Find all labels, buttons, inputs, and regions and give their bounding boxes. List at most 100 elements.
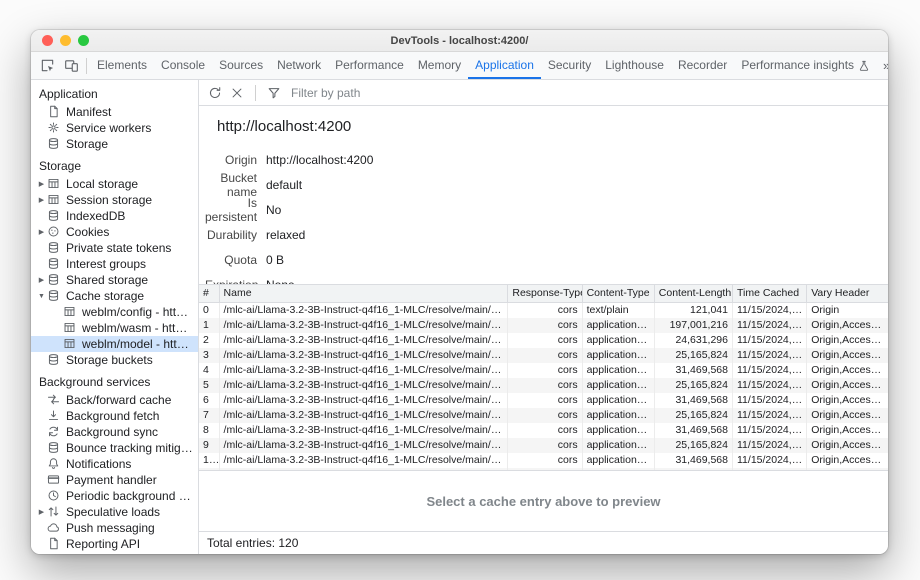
sidebar-item-weblm-config-http-loc[interactable]: weblm/config - http://loc… (31, 304, 198, 320)
sidebar-item-background-fetch[interactable]: Background fetch (31, 408, 198, 424)
column-header-name[interactable]: Name (219, 285, 508, 302)
column-header-response-type[interactable]: Response-Type (508, 285, 582, 302)
sidebar-item-periodic-background-sync[interactable]: Periodic background sync (31, 488, 198, 504)
sidebar-item-session-storage[interactable]: ▶Session storage (31, 192, 198, 208)
cache-entry-row[interactable]: 9/mlc-ai/Llama-3.2-3B-Instruct-q4f16_1-M… (199, 438, 888, 453)
close-window-button[interactable] (42, 35, 53, 46)
cell: 11/15/2024, 10… (733, 302, 807, 318)
cache-meta-row-expiration: ExpirationNone (205, 272, 888, 284)
tab-network[interactable]: Network (270, 52, 328, 79)
refresh-icon[interactable] (205, 83, 225, 103)
cell: 11/15/2024, 10… (733, 438, 807, 453)
fetch-icon (47, 409, 61, 423)
cell: application/oc… (582, 438, 654, 453)
sidebar-item-reporting-api[interactable]: Reporting API (31, 536, 198, 552)
tab-performance-insights[interactable]: Performance insights (734, 52, 877, 79)
sidebar-item-background-sync[interactable]: Background sync (31, 424, 198, 440)
tab-recorder[interactable]: Recorder (671, 52, 734, 79)
cell: Origin,Access… (807, 318, 888, 333)
sidebar-item-payment-handler[interactable]: Payment handler (31, 472, 198, 488)
chevron-right-icon[interactable]: ▶ (36, 196, 47, 204)
cache-entry-row[interactable]: 4/mlc-ai/Llama-3.2-3B-Instruct-q4f16_1-M… (199, 363, 888, 378)
traffic-lights (42, 30, 89, 51)
sidebar-item-storage-buckets[interactable]: Storage buckets (31, 352, 198, 368)
sidebar-item-manifest[interactable]: Manifest (31, 104, 198, 120)
cache-entry-row[interactable]: 3/mlc-ai/Llama-3.2-3B-Instruct-q4f16_1-M… (199, 348, 888, 363)
cell: 11/15/2024, 10… (733, 453, 807, 468)
cell: cors (508, 423, 582, 438)
column-header-content-type[interactable]: Content-Type (582, 285, 654, 302)
cell: cors (508, 378, 582, 393)
more-tabs-chevron[interactable]: » (877, 58, 888, 73)
tab-elements[interactable]: Elements (90, 52, 154, 79)
sidebar-item-cookies[interactable]: ▶Cookies (31, 224, 198, 240)
sidebar-item-indexeddb[interactable]: IndexedDB (31, 208, 198, 224)
column-header-time-cached[interactable]: Time Cached (733, 285, 807, 302)
cell: cors (508, 348, 582, 363)
cell: /mlc-ai/Llama-3.2-3B-Instruct-q4f16_1-ML… (219, 438, 508, 453)
tab-security[interactable]: Security (541, 52, 598, 79)
sidebar-item-local-storage[interactable]: ▶Local storage (31, 176, 198, 192)
sidebar-item-speculative-loads[interactable]: ▶Speculative loads (31, 504, 198, 520)
sidebar-item-notifications[interactable]: Notifications (31, 456, 198, 472)
cache-entry-row[interactable]: 2/mlc-ai/Llama-3.2-3B-Instruct-q4f16_1-M… (199, 333, 888, 348)
sidebar-item-bounce-tracking-mitigations[interactable]: Bounce tracking mitigations (31, 440, 198, 456)
cell: application/oc… (582, 453, 654, 468)
cache-entry-row[interactable]: 6/mlc-ai/Llama-3.2-3B-Instruct-q4f16_1-M… (199, 393, 888, 408)
column-header-vary-header[interactable]: Vary Header (807, 285, 888, 302)
clear-icon[interactable] (227, 83, 247, 103)
sidebar-item-weblm-model-http-loca[interactable]: weblm/model - http://loca… (31, 336, 198, 352)
cache-entry-row[interactable]: 8/mlc-ai/Llama-3.2-3B-Instruct-q4f16_1-M… (199, 423, 888, 438)
sidebar-item-label: IndexedDB (66, 209, 129, 223)
meta-value: No (266, 203, 281, 217)
tab-lighthouse[interactable]: Lighthouse (598, 52, 671, 79)
sidebar-item-weblm-wasm-http-loca[interactable]: weblm/wasm - http://loca… (31, 320, 198, 336)
cell: 1 (199, 318, 219, 333)
cell: cors (508, 318, 582, 333)
tab-console[interactable]: Console (154, 52, 212, 79)
filter-input[interactable] (289, 85, 509, 101)
chevron-right-icon[interactable]: ▶ (36, 508, 47, 516)
sidebar-item-back-forward-cache[interactable]: Back/forward cache (31, 392, 198, 408)
cache-entry-row[interactable]: 7/mlc-ai/Llama-3.2-3B-Instruct-q4f16_1-M… (199, 408, 888, 423)
cache-entry-row[interactable]: 0/mlc-ai/Llama-3.2-3B-Instruct-q4f16_1-M… (199, 302, 888, 318)
column-header-content-length[interactable]: Content-Length (654, 285, 732, 302)
cache-entry-row[interactable]: 10/mlc-ai/Llama-3.2-3B-Instruct-q4f16_1-… (199, 453, 888, 468)
device-toolbar-icon[interactable] (59, 55, 83, 77)
cell: 25,165,824 (654, 438, 732, 453)
meta-value: 0 B (266, 253, 284, 267)
chevron-down-icon[interactable]: ▼ (36, 293, 47, 300)
tab-memory[interactable]: Memory (411, 52, 468, 79)
sidebar-item-service-workers[interactable]: Service workers (31, 120, 198, 136)
column-header-[interactable]: # (199, 285, 219, 302)
toolbar-divider (86, 58, 87, 74)
tab-application[interactable]: Application (468, 52, 541, 79)
zoom-window-button[interactable] (78, 35, 89, 46)
cell: /mlc-ai/Llama-3.2-3B-Instruct-q4f16_1-ML… (219, 348, 508, 363)
cache-origin-title: http://localhost:4200 (217, 118, 888, 135)
chevron-right-icon[interactable]: ▶ (36, 228, 47, 236)
cell: 31,469,568 (654, 393, 732, 408)
sidebar-item-private-state-tokens[interactable]: Private state tokens (31, 240, 198, 256)
sidebar-item-storage[interactable]: Storage (31, 136, 198, 152)
cell: application/oc… (582, 333, 654, 348)
sidebar-item-shared-storage[interactable]: ▶Shared storage (31, 272, 198, 288)
cache-entry-row[interactable]: 1/mlc-ai/Llama-3.2-3B-Instruct-q4f16_1-M… (199, 318, 888, 333)
tab-performance[interactable]: Performance (328, 52, 411, 79)
chevron-right-icon[interactable]: ▶ (36, 276, 47, 284)
inspect-icon[interactable] (35, 55, 59, 77)
cache-entry-row[interactable]: 5/mlc-ai/Llama-3.2-3B-Instruct-q4f16_1-M… (199, 378, 888, 393)
tab-sources[interactable]: Sources (212, 52, 270, 79)
sidebar-item-cache-storage[interactable]: ▼Cache storage (31, 288, 198, 304)
sidebar-item-push-messaging[interactable]: Push messaging (31, 520, 198, 536)
sidebar-item-interest-groups[interactable]: Interest groups (31, 256, 198, 272)
minimize-window-button[interactable] (60, 35, 71, 46)
cell: 25,165,824 (654, 348, 732, 363)
cell: 5 (199, 378, 219, 393)
chevron-right-icon[interactable]: ▶ (36, 180, 47, 188)
cell: cors (508, 393, 582, 408)
cell: application/oc… (582, 378, 654, 393)
sidebar-item-label: Background sync (66, 425, 162, 439)
cell: Origin,Access… (807, 438, 888, 453)
cell: 31,469,568 (654, 423, 732, 438)
